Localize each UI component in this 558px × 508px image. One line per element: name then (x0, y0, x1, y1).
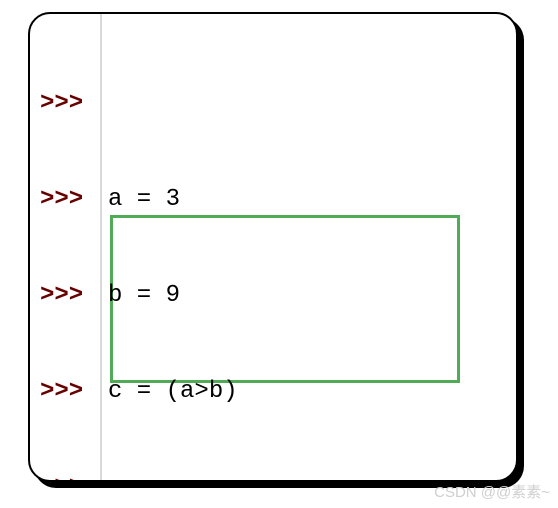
watermark: CSDN @@素素~ (434, 481, 550, 502)
code-line: >>>c = (a>b) (40, 376, 506, 408)
prompt: >>> (40, 184, 108, 216)
prompt: >>> (40, 376, 108, 408)
stmt-b: b = 9 (108, 282, 180, 309)
stmt-a: a = 3 (108, 186, 180, 213)
prompt: >>> (40, 88, 108, 120)
prompt: >>> (40, 472, 108, 482)
code-line: >>>a = 3 (40, 184, 506, 216)
prompt: >>> (40, 280, 108, 312)
stmt-c: c = (a>b) (108, 378, 238, 405)
code-line: >>>b = 9 (40, 280, 506, 312)
code-panel: >>> >>>a = 3 >>>b = 9 >>>c = (a>b) >>> >… (28, 12, 518, 482)
code-line: >>> (40, 88, 506, 120)
code-block: >>> >>>a = 3 >>>b = 9 >>>c = (a>b) >>> >… (40, 24, 506, 482)
